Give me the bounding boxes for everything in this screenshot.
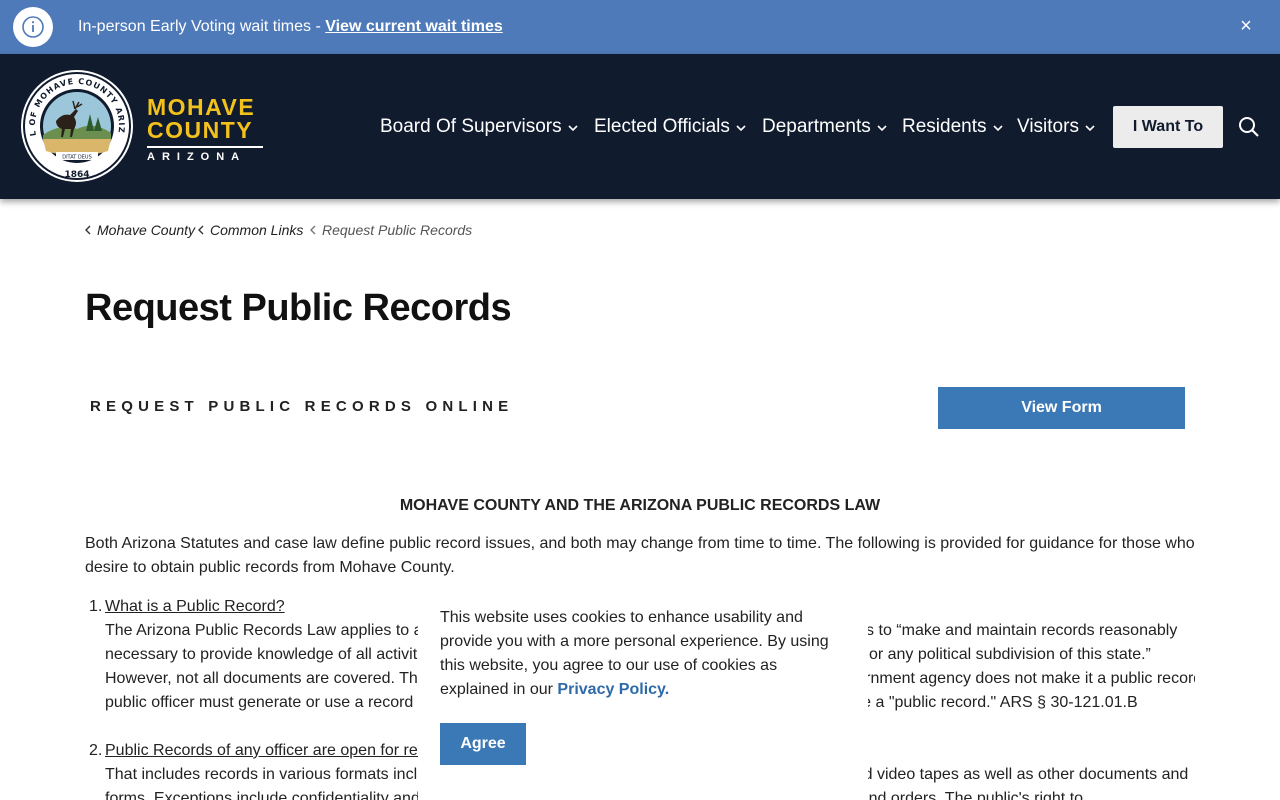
- nav-label: Visitors: [1017, 116, 1079, 138]
- nav-residents[interactable]: Residents: [902, 115, 1003, 139]
- view-form-button[interactable]: View Form: [938, 387, 1185, 429]
- chevron-left-icon: [198, 221, 204, 239]
- nav-label: Departments: [762, 116, 871, 138]
- county-wordmark[interactable]: MOHAVE COUNTY ARIZONA: [147, 96, 265, 164]
- cookie-message: This website uses cookies to enhance usa…: [440, 606, 840, 702]
- privacy-policy-link[interactable]: Privacy Policy.: [557, 681, 669, 698]
- breadcrumb-current: Request Public Records: [310, 221, 472, 239]
- nav-label: Elected Officials: [594, 116, 730, 138]
- page-title: Request Public Records: [85, 287, 512, 329]
- list-number: 1.: [89, 598, 103, 615]
- nav-board-of-supervisors[interactable]: Board Of Supervisors: [380, 115, 578, 139]
- nav-visitors[interactable]: Visitors: [1017, 115, 1095, 139]
- i-want-to-button[interactable]: I Want To: [1113, 106, 1223, 148]
- seal-motto: DITAT DEUS: [62, 155, 92, 161]
- breadcrumb-link[interactable]: Mohave County: [97, 222, 195, 238]
- breadcrumb-mohave-county[interactable]: Mohave County: [85, 221, 195, 239]
- wordmark-county: COUNTY: [147, 117, 254, 143]
- site-header: DITAT DEUS 1864 SEAL OF MOHAVE COUNTY AR…: [0, 54, 1280, 199]
- alert-message: In-person Early Voting wait times - View…: [78, 17, 503, 37]
- chevron-down-icon: [877, 115, 887, 139]
- wordmark-arizona: ARIZONA: [147, 151, 247, 163]
- close-icon[interactable]: ×: [1236, 16, 1256, 36]
- breadcrumb-current-label: Request Public Records: [322, 222, 473, 238]
- county-seal-logo[interactable]: DITAT DEUS 1864 SEAL OF MOHAVE COUNTY AR…: [16, 62, 134, 188]
- wordmark-mohave: MOHAVE: [147, 94, 256, 120]
- nav-label: Residents: [902, 116, 987, 138]
- wordmark-divider: [147, 146, 263, 148]
- info-icon: [13, 7, 53, 47]
- view-wait-times-link[interactable]: View current wait times: [325, 18, 503, 35]
- alert-banner: In-person Early Voting wait times - View…: [0, 0, 1280, 54]
- seal-year: 1864: [64, 170, 89, 180]
- nav-departments[interactable]: Departments: [762, 115, 887, 139]
- request-online-heading: REQUEST PUBLIC RECORDS ONLINE: [90, 398, 514, 415]
- breadcrumb-link[interactable]: Common Links: [210, 222, 303, 238]
- agree-button[interactable]: Agree: [440, 723, 526, 765]
- intro-paragraph: Both Arizona Statutes and case law defin…: [85, 535, 1195, 576]
- chevron-down-icon: [1085, 115, 1095, 139]
- nav-elected-officials[interactable]: Elected Officials: [594, 115, 746, 139]
- chevron-down-icon: [568, 115, 578, 139]
- chevron-left-icon: [310, 221, 316, 239]
- list-number: 2.: [89, 742, 103, 759]
- law-heading: MOHAVE COUNTY AND THE ARIZONA PUBLIC REC…: [399, 497, 881, 514]
- search-icon[interactable]: [1238, 116, 1260, 138]
- chevron-down-icon: [992, 115, 1003, 139]
- cookie-consent-popup: This website uses cookies to enhance usa…: [418, 595, 868, 800]
- alert-text: In-person Early Voting wait times -: [78, 18, 326, 35]
- breadcrumb-common-links[interactable]: Common Links: [198, 221, 303, 239]
- nav-label: Board Of Supervisors: [380, 116, 562, 138]
- chevron-down-icon: [736, 115, 746, 139]
- chevron-left-icon: [85, 221, 91, 239]
